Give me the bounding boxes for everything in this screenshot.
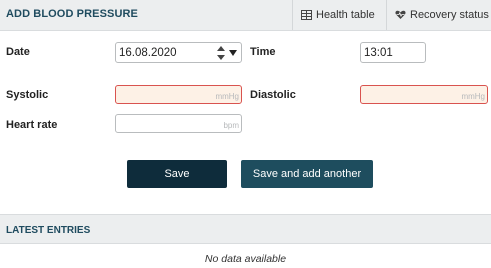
empty-state-text: No data available — [204, 253, 287, 265]
health-table-label: Health table — [316, 9, 375, 21]
page-title: ADD BLOOD PRESSURE — [6, 8, 138, 20]
form-header: ADD BLOOD PRESSURE Health table Recovery… — [0, 0, 491, 31]
date-spinner[interactable] — [217, 46, 225, 60]
table-icon — [301, 10, 312, 20]
date-label: Date — [6, 46, 30, 58]
heart-pulse-icon — [395, 10, 406, 19]
time-label: Time — [250, 46, 276, 58]
latest-entries-title: LATEST ENTRIES — [6, 225, 91, 236]
recovery-status-label: Recovery status — [410, 9, 489, 21]
date-input[interactable]: 16.08.2020 — [115, 42, 242, 63]
diastolic-unit: mmHg — [461, 92, 485, 101]
date-value: 16.08.2020 — [119, 47, 177, 59]
recovery-status-button[interactable]: Recovery status — [386, 0, 491, 30]
health-table-button[interactable]: Health table — [292, 0, 386, 30]
heart-rate-unit: bpm — [223, 121, 239, 130]
dropdown-caret-icon[interactable] — [229, 50, 237, 56]
time-input[interactable]: 13:01 — [360, 42, 426, 63]
diastolic-input[interactable]: mmHg — [360, 85, 488, 104]
time-value: 13:01 — [364, 47, 393, 59]
spin-down-icon — [217, 55, 225, 60]
systolic-label: Systolic — [6, 89, 49, 101]
systolic-unit: mmHg — [215, 92, 239, 101]
latest-entries-header: LATEST ENTRIES — [0, 214, 491, 244]
diastolic-label: Diastolic — [250, 89, 296, 101]
systolic-input[interactable]: mmHg — [115, 85, 242, 104]
save-and-add-another-button[interactable]: Save and add another — [241, 160, 373, 188]
spin-up-icon — [217, 46, 225, 51]
save-button[interactable]: Save — [127, 160, 227, 188]
heart-rate-input[interactable]: bpm — [115, 114, 242, 133]
heart-rate-label: Heart rate — [6, 119, 58, 131]
